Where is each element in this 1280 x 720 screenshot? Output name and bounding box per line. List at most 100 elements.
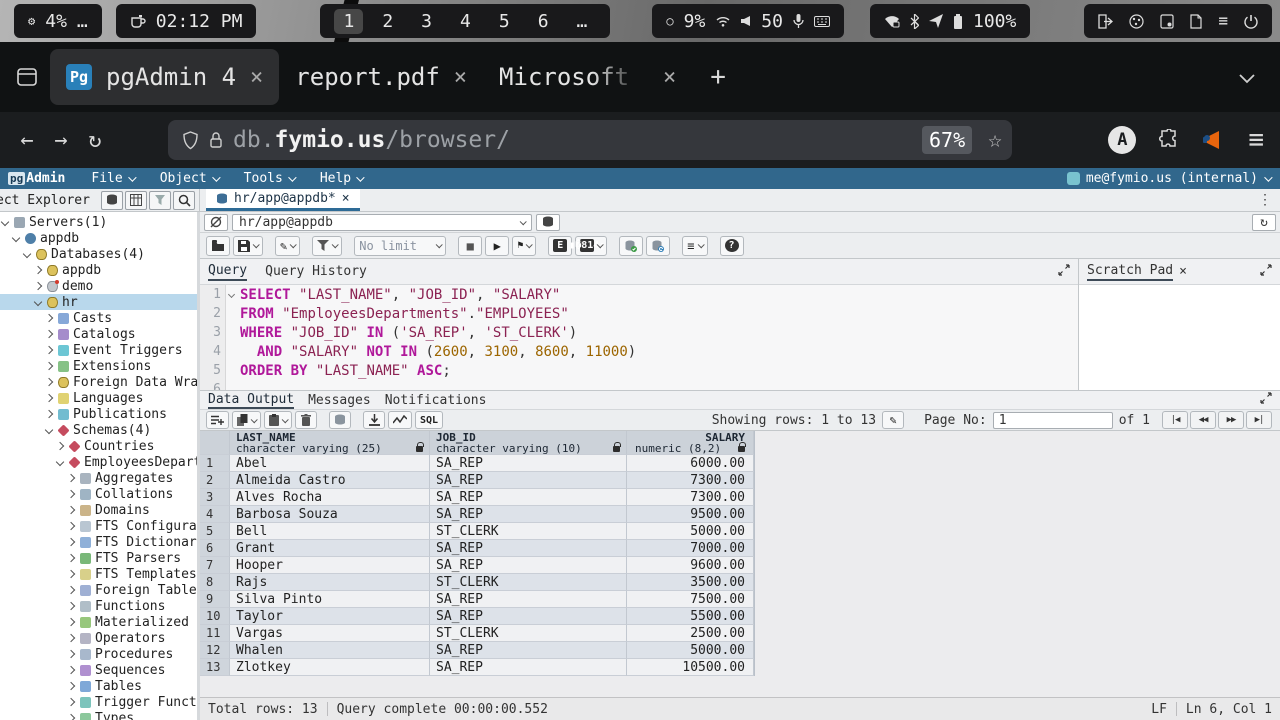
chevron-right-icon[interactable] bbox=[67, 666, 75, 674]
table-row[interactable]: 8RajsST_CLERK3500.00 bbox=[200, 574, 754, 591]
last-page-button[interactable]: ▶| bbox=[1246, 411, 1272, 429]
connection-status-icon[interactable] bbox=[204, 214, 228, 231]
globe-icon[interactable] bbox=[1129, 14, 1144, 29]
explain-analyze-button[interactable]: ▮�814; bbox=[575, 236, 607, 256]
tab-overview-button[interactable] bbox=[10, 60, 44, 94]
url-bar[interactable]: db.fymio.us/browser/ 67% ☆ bbox=[168, 120, 1012, 160]
tree-item-foreign-tables[interactable]: Foreign Tables bbox=[0, 582, 197, 598]
new-connection-icon[interactable] bbox=[536, 214, 560, 231]
cell-last_name[interactable]: Bell bbox=[230, 523, 430, 540]
table-row[interactable]: 4Barbosa SouzaSA_REP9500.00 bbox=[200, 506, 754, 523]
view-data-button[interactable] bbox=[125, 191, 147, 210]
bookmark-star-icon[interactable]: ☆ bbox=[988, 127, 1002, 153]
chevron-right-icon[interactable] bbox=[67, 650, 75, 658]
eol-indicator[interactable]: LF bbox=[1151, 702, 1167, 717]
sql-line-4[interactable]: 4 AND "SALARY" NOT IN (2600, 3100, 8600,… bbox=[200, 342, 1078, 361]
workspace-7[interactable]: … bbox=[568, 9, 597, 34]
chevron-right-icon[interactable] bbox=[67, 618, 75, 626]
row-number[interactable]: 1 bbox=[200, 455, 230, 472]
tree-item-employeesdepartments[interactable]: EmployeesDepartments bbox=[0, 454, 197, 470]
new-tab-button[interactable]: + bbox=[710, 62, 726, 92]
workspace-5[interactable]: 5 bbox=[490, 9, 519, 34]
cell-last_name[interactable]: Rajs bbox=[230, 574, 430, 591]
sql-line-6[interactable]: 6 bbox=[200, 380, 1078, 390]
query-tool-tab[interactable]: hr/app@appdb* × bbox=[206, 189, 360, 211]
workspace-switcher[interactable]: 123456… bbox=[320, 4, 610, 38]
chevron-down-icon[interactable] bbox=[526, 241, 533, 248]
cell-salary[interactable]: 3500.00 bbox=[627, 574, 754, 591]
tree-item-operators[interactable]: Operators bbox=[0, 630, 197, 646]
cell-salary[interactable]: 5500.00 bbox=[627, 608, 754, 625]
zoom-level-badge[interactable]: 67% bbox=[922, 126, 972, 154]
cell-last_name[interactable]: Hooper bbox=[230, 557, 430, 574]
tree-item-publications[interactable]: Publications bbox=[0, 406, 197, 422]
chevron-down-icon[interactable] bbox=[56, 458, 64, 466]
cell-job_id[interactable]: SA_REP bbox=[430, 591, 627, 608]
exit-icon[interactable] bbox=[1098, 14, 1113, 29]
chevron-right-icon[interactable] bbox=[67, 506, 75, 514]
chevron-right-icon[interactable] bbox=[67, 698, 75, 706]
tree-item-fts-configurations[interactable]: FTS Configurations bbox=[0, 518, 197, 534]
cell-job_id[interactable]: SA_REP bbox=[430, 540, 627, 557]
tab-messages[interactable]: Messages bbox=[308, 393, 371, 408]
table-row[interactable]: 9Silva PintoSA_REP7500.00 bbox=[200, 591, 754, 608]
tray-menu-icon[interactable]: ≡ bbox=[1218, 13, 1228, 29]
resources-widget[interactable]: ○ 9% 50 bbox=[652, 4, 844, 38]
chevron-down-icon[interactable] bbox=[332, 241, 339, 248]
cell-salary[interactable]: 9500.00 bbox=[627, 506, 754, 523]
chevron-down-icon[interactable] bbox=[253, 241, 260, 248]
panel-kebab-menu-icon[interactable]: ⋮ bbox=[1258, 189, 1272, 211]
chevron-right-icon[interactable] bbox=[67, 714, 75, 720]
cell-last_name[interactable]: Abel bbox=[230, 455, 430, 472]
chevron-right-icon[interactable] bbox=[45, 394, 53, 402]
row-number[interactable]: 11 bbox=[200, 625, 230, 642]
table-row[interactable]: 7HooperSA_REP9600.00 bbox=[200, 557, 754, 574]
connectivity-widget[interactable]: 100% bbox=[870, 4, 1030, 38]
sql-line-1[interactable]: 1SELECT "LAST_NAME", "JOB_ID", "SALARY" bbox=[200, 285, 1078, 304]
tree-item-types[interactable]: Types bbox=[0, 710, 197, 720]
cell-job_id[interactable]: SA_REP bbox=[430, 642, 627, 659]
paste-button[interactable] bbox=[264, 411, 292, 429]
chevron-down-icon[interactable] bbox=[697, 241, 704, 248]
download-results-button[interactable] bbox=[363, 411, 385, 429]
cell-last_name[interactable]: Zlotkey bbox=[230, 659, 430, 676]
column-header-last_name[interactable]: LAST_NAMEcharacter varying (25) bbox=[230, 431, 430, 455]
cell-salary[interactable]: 9600.00 bbox=[627, 557, 754, 574]
close-tab-icon[interactable]: × bbox=[663, 65, 676, 90]
profile-avatar[interactable]: A bbox=[1108, 126, 1136, 154]
connection-select[interactable]: hr/app@appdb bbox=[232, 214, 532, 231]
cell-job_id[interactable]: SA_REP bbox=[430, 506, 627, 523]
tab-query[interactable]: Query bbox=[208, 263, 247, 281]
cell-salary[interactable]: 6000.00 bbox=[627, 455, 754, 472]
tree-item-appdb[interactable]: appdb bbox=[0, 262, 197, 278]
tree-item-databases-4-[interactable]: Databases(4) bbox=[0, 246, 197, 262]
tree-item-catalogs[interactable]: Catalogs bbox=[0, 326, 197, 342]
table-row[interactable]: 13ZlotkeySA_REP10500.00 bbox=[200, 659, 754, 676]
workspace-1[interactable]: 1 bbox=[334, 9, 363, 34]
file-icon[interactable] bbox=[1190, 14, 1202, 29]
chevron-down-icon[interactable] bbox=[251, 416, 258, 423]
cell-job_id[interactable]: SA_REP bbox=[430, 659, 627, 676]
cell-job_id[interactable]: SA_REP bbox=[430, 557, 627, 574]
chevron-right-icon[interactable] bbox=[34, 282, 42, 290]
cell-last_name[interactable]: Almeida Castro bbox=[230, 472, 430, 489]
tab-query-history[interactable]: Query History bbox=[265, 264, 367, 279]
cpu-indicator[interactable]: ⚙ 4% … bbox=[14, 4, 102, 38]
tab-data-output[interactable]: Data Output bbox=[208, 392, 294, 409]
tree-item-event-triggers[interactable]: Event Triggers bbox=[0, 342, 197, 358]
cell-salary[interactable]: 2500.00 bbox=[627, 625, 754, 642]
expand-panel-icon[interactable] bbox=[1260, 392, 1272, 408]
cell-salary[interactable]: 5000.00 bbox=[627, 523, 754, 540]
chevron-right-icon[interactable] bbox=[56, 442, 64, 450]
chevron-right-icon[interactable] bbox=[67, 634, 75, 642]
cell-salary[interactable]: 7000.00 bbox=[627, 540, 754, 557]
cell-salary[interactable]: 10500.00 bbox=[627, 659, 754, 676]
forward-button[interactable]: → bbox=[44, 128, 78, 153]
cell-last_name[interactable]: Vargas bbox=[230, 625, 430, 642]
execute-options-button[interactable]: ⚑ bbox=[512, 236, 536, 256]
lock-icon[interactable] bbox=[209, 131, 223, 149]
cell-job_id[interactable]: ST_CLERK bbox=[430, 523, 627, 540]
workspace-3[interactable]: 3 bbox=[412, 9, 441, 34]
tree-item-collations[interactable]: Collations bbox=[0, 486, 197, 502]
chevron-right-icon[interactable] bbox=[67, 538, 75, 546]
